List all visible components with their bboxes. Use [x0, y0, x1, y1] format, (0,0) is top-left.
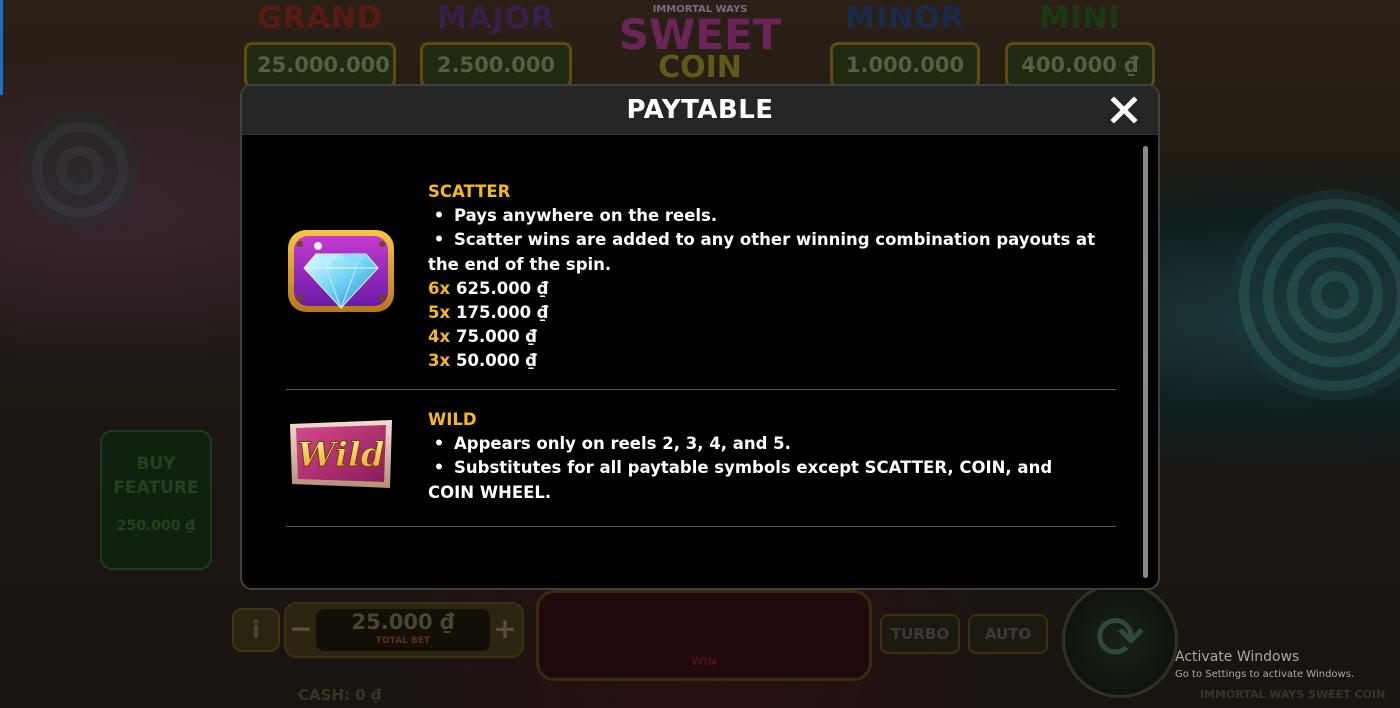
game-name-label: IMMORTAL WAYS SWEET COIN [1200, 688, 1386, 701]
activation-subtitle: Go to Settings to activate Windows. [1175, 669, 1355, 680]
jackpot-grand: GRAND 25.000.000 ₫ [244, 0, 396, 117]
diamond-icon [286, 224, 396, 318]
total-bet-label: TOTAL BET [375, 636, 431, 646]
section-divider [286, 526, 1116, 527]
win-label: WIN [691, 655, 717, 668]
jackpot-major: MAJOR 2.500.000 ₫ [420, 0, 572, 117]
scatter-pay-row: 5x 175.000 ₫ [428, 301, 1098, 325]
total-bet-amount: 25.000 ₫ [351, 610, 455, 634]
scrollbar-thumb[interactable] [1143, 146, 1148, 578]
pay-multiplier: 6x [428, 278, 451, 298]
jackpot-amount: 25.000.000 ₫ [244, 42, 396, 117]
scatter-bullet: • Scatter wins are added to any other win… [428, 230, 1096, 274]
close-icon [1110, 96, 1138, 124]
jackpot-minor: MINOR 1.000.000 ₫ [830, 0, 980, 117]
wild-heading: WILD [428, 410, 477, 429]
wild-bullet: • Appears only on reels 2, 3, 4, and 5. [428, 434, 791, 454]
cash-display: CASH: 0 ₫ [298, 686, 382, 704]
section-divider [286, 389, 1116, 390]
total-bet-display: 25.000 ₫ TOTAL BET [316, 609, 490, 651]
scatter-text: SCATTER • Pays anywhere on the reels. • Sc… [428, 180, 1098, 374]
scatter-pay-row: 4x 75.000 ₫ [428, 325, 1098, 349]
paytable-modal: PAYTABLE SCATTER • Pays anywhere on the … [240, 84, 1160, 590]
jackpot-title: MAJOR [437, 1, 555, 36]
scatter-bullet-text: Pays anywhere on the reels. [454, 206, 718, 226]
pay-value: 75.000 ₫ [456, 327, 537, 347]
pay-value: 625.000 ₫ [456, 278, 549, 298]
pay-multiplier: 5x [428, 303, 451, 323]
wild-symbol-text: Wild [297, 435, 384, 475]
lollipop-decoration [1230, 190, 1400, 400]
jackpot-amount: 400.000 ₫ [1005, 42, 1155, 88]
jackpot-title: GRAND [257, 1, 383, 36]
modal-header: PAYTABLE [242, 86, 1158, 135]
buy-feature-amount: 250.000 ₫ [116, 518, 196, 534]
wild-bullet-text: Substitutes for all paytable symbols exc… [428, 458, 1053, 502]
bet-control: − 25.000 ₫ TOTAL BET + [284, 602, 524, 658]
info-button[interactable]: i [232, 608, 280, 652]
pay-value: 50.000 ₫ [456, 351, 537, 371]
jackpot-mini: MINI 400.000 ₫ [1005, 0, 1155, 88]
pay-multiplier: 3x [428, 351, 451, 371]
windows-activation-watermark: Activate Windows Go to Settings to activ… [1175, 648, 1354, 682]
wild-bullet: • Substitutes for all paytable symbols ex… [428, 458, 1053, 502]
scatter-pay-row: 3x 50.000 ₫ [428, 349, 1098, 373]
jackpot-title: MINOR [845, 1, 965, 36]
scrollbar[interactable] [1143, 146, 1148, 578]
scatter-pay-row: 6x 625.000 ₫ [428, 277, 1098, 301]
buy-feature-button[interactable]: BUY FEATURE 250.000 ₫ [100, 430, 212, 570]
jackpot-amount: 1.000.000 ₫ [830, 42, 980, 117]
modal-title: PAYTABLE [626, 95, 774, 125]
close-button[interactable] [1106, 92, 1142, 128]
pay-value: 175.000 ₫ [456, 303, 549, 323]
auto-button[interactable]: AUTO [968, 614, 1048, 654]
scatter-heading: SCATTER [428, 182, 511, 201]
window-edge [0, 0, 3, 95]
bet-decrease-button[interactable]: − [288, 610, 314, 648]
jackpot-title: MINI [1039, 1, 1121, 36]
turbo-button[interactable]: TURBO [880, 614, 960, 654]
pay-multiplier: 4x [428, 327, 451, 347]
lollipop-decoration [20, 110, 140, 230]
spin-button[interactable]: ⟳ [1062, 582, 1178, 698]
wild-text: WILD • Appears only on reels 2, 3, 4, and… [428, 408, 1098, 505]
buy-feature-line2: FEATURE [113, 478, 199, 498]
buy-feature-line1: BUY [136, 454, 176, 474]
logo-line2: SWEET [618, 10, 782, 59]
activation-title: Activate Windows [1175, 649, 1300, 665]
scatter-bullet: • Pays anywhere on the reels. [428, 206, 718, 226]
scatter-bullet-text: Scatter wins are added to any other winn… [428, 230, 1096, 274]
wild-symbol-icon: Wild [286, 418, 396, 490]
game-logo: IMMORTAL WAYS SWEET COIN [605, 0, 795, 84]
win-display: WIN [536, 590, 872, 681]
jackpot-amount: 2.500.000 ₫ [420, 42, 572, 117]
bet-increase-button[interactable]: + [492, 610, 518, 648]
wild-bullet-text: Appears only on reels 2, 3, 4, and 5. [454, 434, 791, 454]
spin-icon: ⟳ [1094, 603, 1146, 673]
